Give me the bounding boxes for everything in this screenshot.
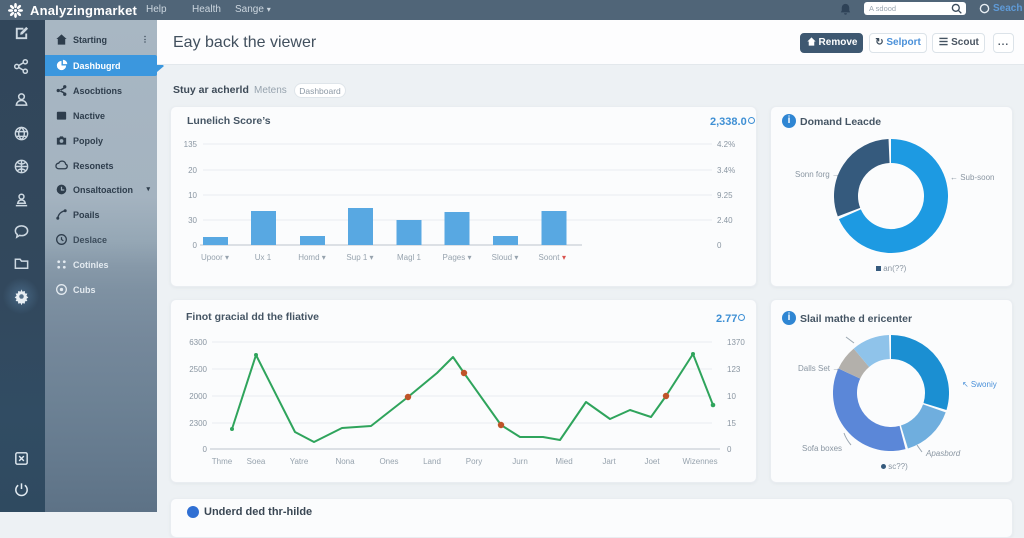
svg-text:Pory: Pory [466,457,482,466]
svg-text:▾: ▾ [562,253,566,262]
svg-text:Soont: Soont [539,253,561,262]
svg-text:Soea: Soea [247,457,266,466]
svg-text:Mied: Mied [555,457,572,466]
svg-text:Jart: Jart [602,457,616,466]
svg-text:123: 123 [727,365,741,374]
svg-text:0: 0 [203,445,208,454]
svg-text:Nona: Nona [335,457,355,466]
svg-text:Sup 1 ▾: Sup 1 ▾ [346,253,373,262]
svg-text:Upoor ▾: Upoor ▾ [201,253,229,262]
svg-text:Wizennes: Wizennes [682,457,717,466]
svg-text:Homd ▾: Homd ▾ [298,253,326,262]
svg-text:2.40: 2.40 [717,216,733,225]
svg-text:Yatre: Yatre [290,457,309,466]
svg-text:2500: 2500 [189,365,207,374]
svg-text:2000: 2000 [189,392,207,401]
svg-text:6300: 6300 [189,338,207,347]
svg-text:Ones: Ones [379,457,398,466]
svg-text:Pages ▾: Pages ▾ [443,253,472,262]
svg-text:0: 0 [717,241,722,250]
svg-text:4.2%: 4.2% [717,140,735,149]
svg-text:30: 30 [188,216,197,225]
svg-text:0: 0 [727,445,732,454]
svg-text:2300: 2300 [189,419,207,428]
svg-text:15: 15 [727,419,736,428]
svg-text:135: 135 [184,140,198,149]
svg-text:1370: 1370 [727,338,745,347]
svg-text:Land: Land [423,457,441,466]
svg-text:3.4%: 3.4% [717,166,735,175]
svg-text:Joet: Joet [644,457,660,466]
svg-text:Magl 1: Magl 1 [397,253,422,262]
svg-text:Sloud ▾: Sloud ▾ [492,253,519,262]
svg-text:Thme: Thme [212,457,233,466]
svg-text:20: 20 [188,166,197,175]
svg-text:10: 10 [727,392,736,401]
svg-text:9.25: 9.25 [717,191,733,200]
svg-text:Ux 1: Ux 1 [255,253,272,262]
svg-text:Jurn: Jurn [512,457,528,466]
svg-text:10: 10 [188,191,197,200]
svg-text:0: 0 [193,241,198,250]
